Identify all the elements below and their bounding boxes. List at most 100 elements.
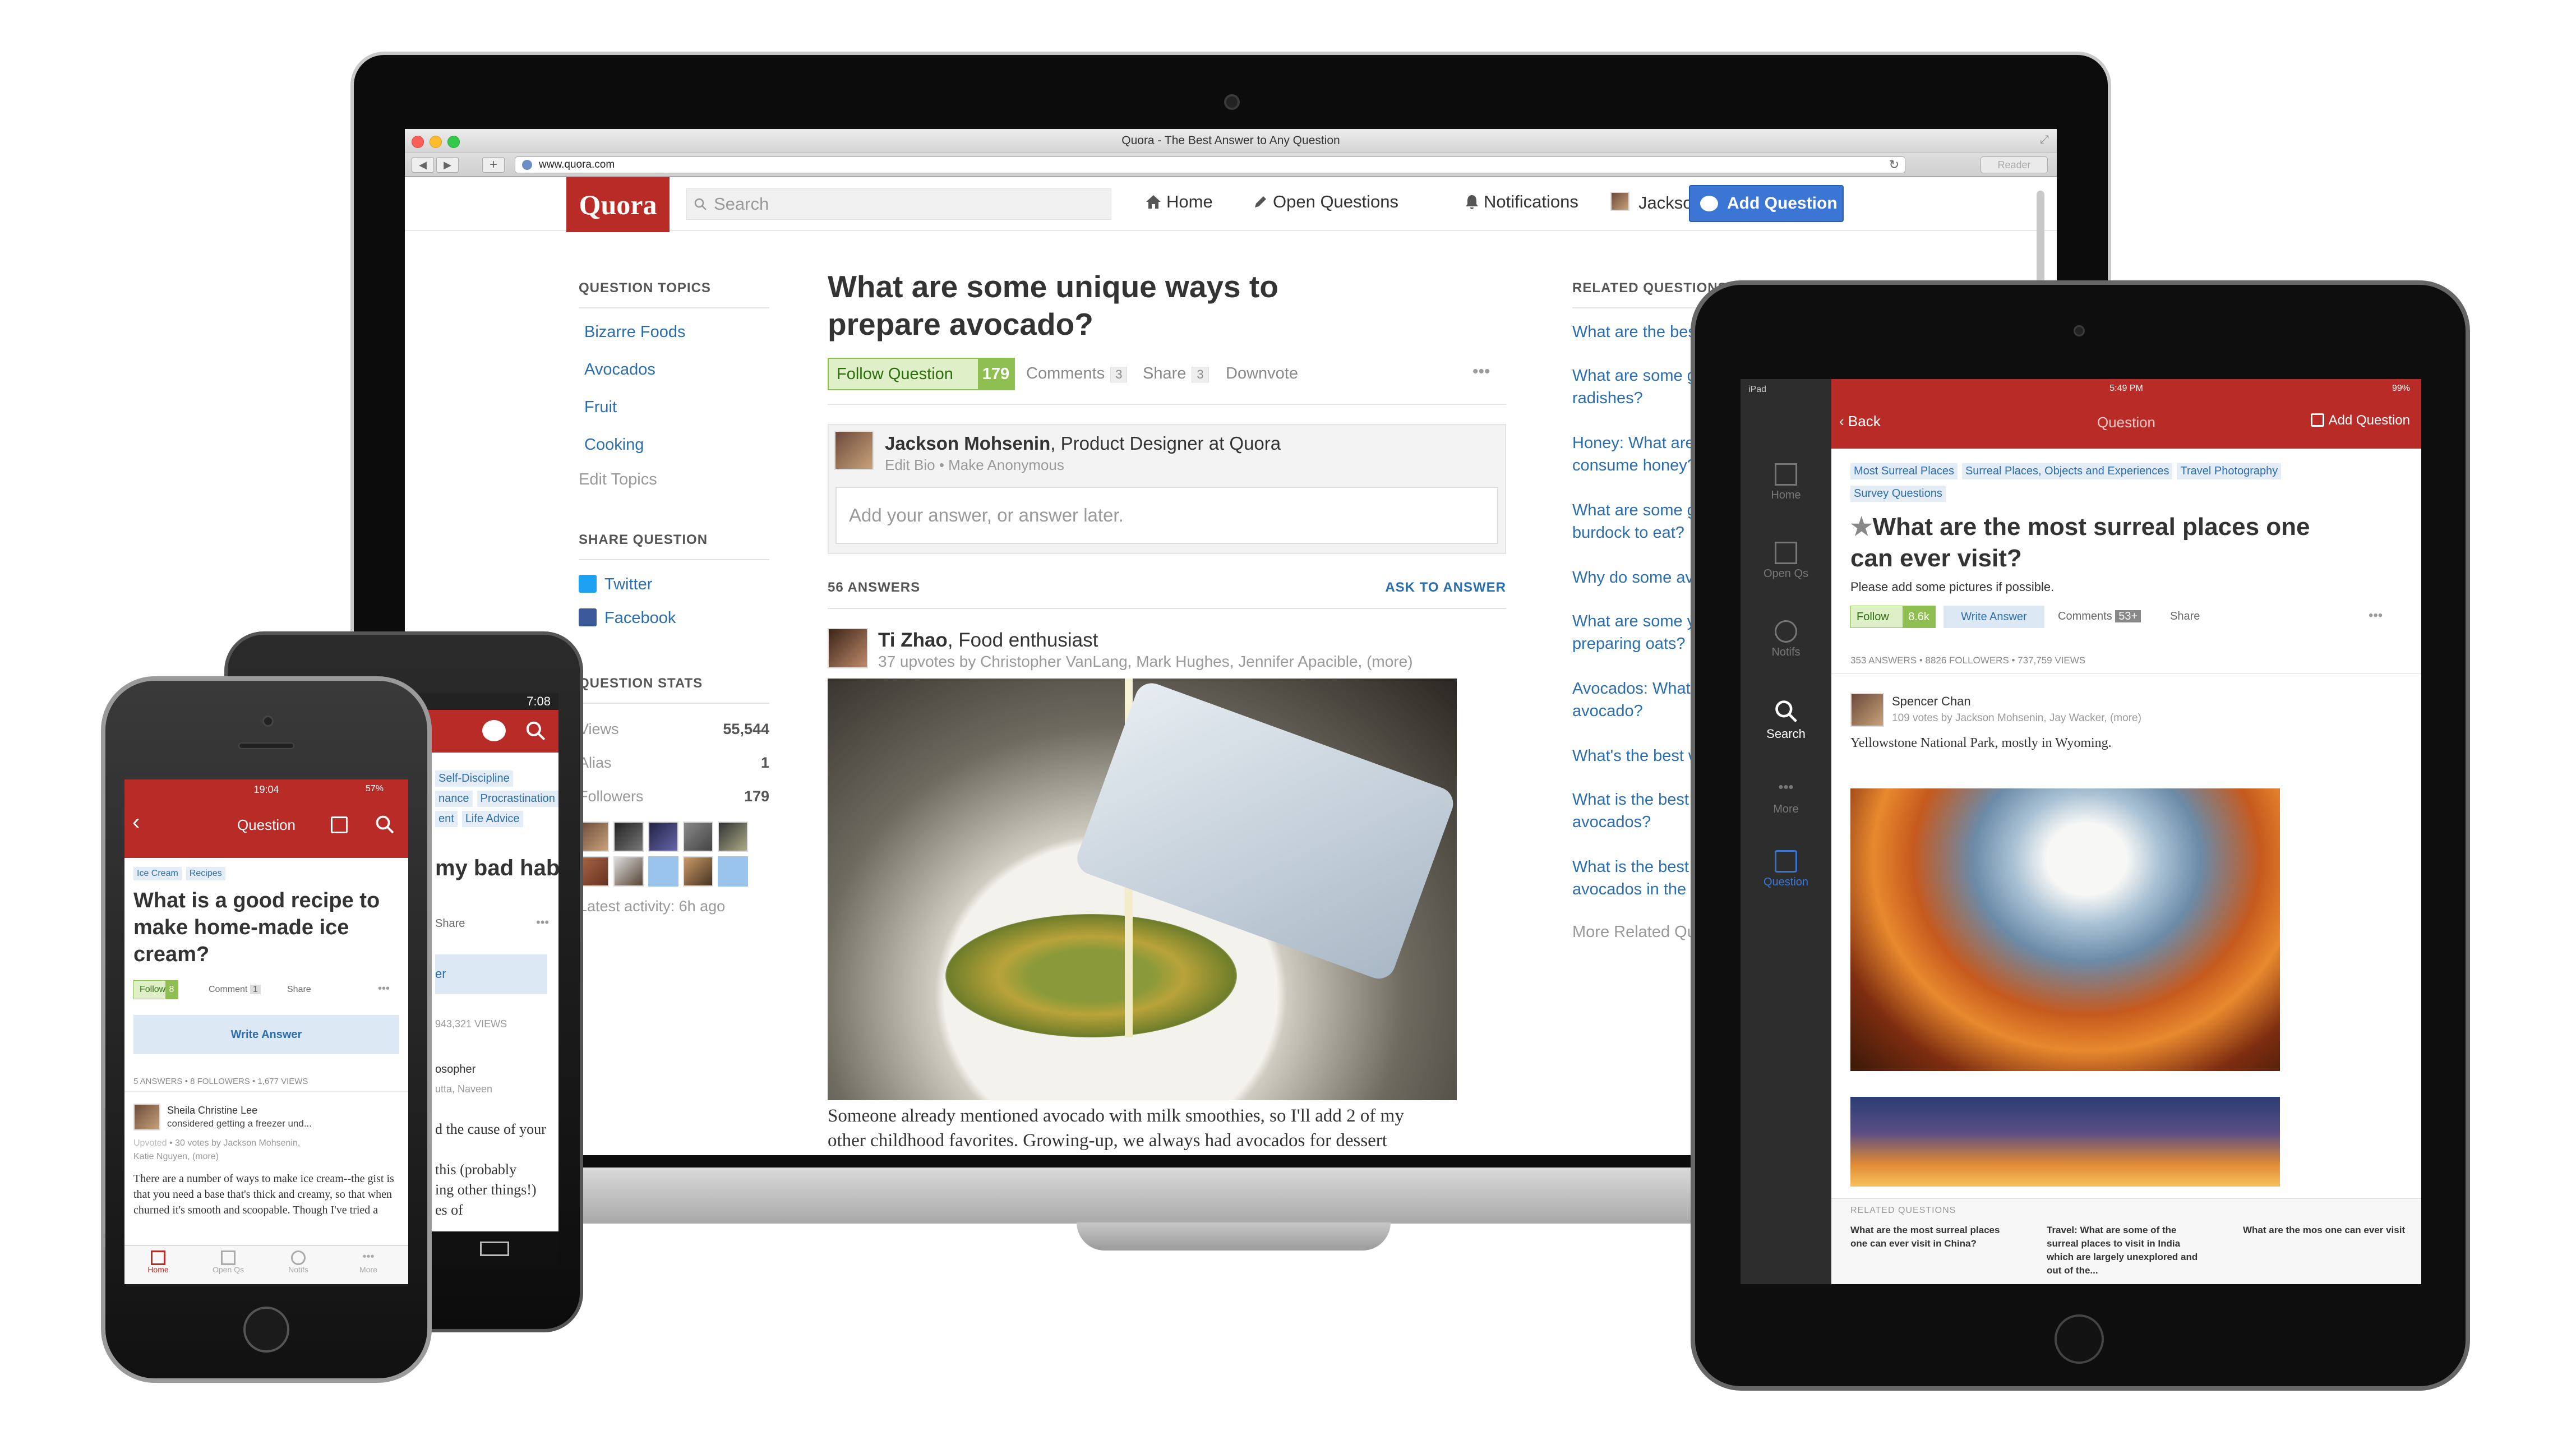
answer-input[interactable]: Add your answer, or answer later. bbox=[835, 487, 1498, 544]
add-question-icon[interactable] bbox=[331, 816, 348, 833]
nav-home[interactable]: Home bbox=[1145, 192, 1213, 214]
author-avatar[interactable] bbox=[133, 1104, 160, 1130]
topic-tag[interactable]: Procrastination bbox=[477, 791, 558, 807]
related-question-link[interactable]: What are the mos one can ever visit bbox=[2243, 1224, 2406, 1237]
related-question-link[interactable]: Travel: What are some of the surreal pla… bbox=[2047, 1224, 2209, 1277]
avatar[interactable] bbox=[683, 822, 713, 852]
write-answer-button[interactable]: er bbox=[435, 954, 547, 994]
ipad-home-button[interactable] bbox=[2055, 1314, 2104, 1364]
edit-bio-links[interactable]: Edit Bio • Make Anonymous bbox=[885, 456, 1064, 474]
write-answer-button[interactable]: Write Answer bbox=[1943, 606, 2044, 628]
topic-tag[interactable]: Travel Photography bbox=[2177, 463, 2282, 479]
comments-button[interactable]: Comments 53+ bbox=[2058, 610, 2141, 623]
search-icon[interactable] bbox=[525, 720, 546, 741]
tab-label: Notifs bbox=[288, 1265, 308, 1274]
topic-link[interactable]: Cooking bbox=[584, 436, 769, 470]
question-title: What are some unique ways to prepare avo… bbox=[828, 269, 1278, 342]
sidebar-item-open-qs[interactable]: Open Qs bbox=[1741, 542, 1831, 580]
add-question-button[interactable]: Add Question bbox=[1689, 185, 1844, 222]
author-name[interactable]: Spencer Chan bbox=[1892, 694, 1971, 709]
tab-notifs[interactable]: Notifs bbox=[276, 1250, 321, 1274]
answer-photo[interactable] bbox=[828, 679, 1457, 1100]
topic-tag[interactable]: nance bbox=[435, 791, 473, 807]
avatar[interactable] bbox=[683, 856, 713, 887]
topic-link[interactable]: Bizarre Foods bbox=[584, 323, 769, 361]
author-avatar[interactable] bbox=[1850, 693, 1884, 727]
sidebar-label: Home bbox=[1771, 489, 1801, 501]
topic-tag[interactable]: ent bbox=[435, 811, 458, 827]
search-input[interactable]: Search bbox=[686, 188, 1111, 220]
nav-open-questions[interactable]: Open Questions bbox=[1253, 192, 1398, 214]
topic-link[interactable]: Avocados bbox=[584, 361, 769, 398]
comments-button[interactable]: Comments 3 bbox=[1026, 364, 1128, 383]
ask-to-answer-link[interactable]: ASK TO ANSWER bbox=[1385, 580, 1506, 596]
share-facebook[interactable]: Facebook bbox=[579, 608, 769, 676]
answer-photo[interactable] bbox=[1850, 788, 2280, 1071]
topic-tag[interactable]: Self-Discipline bbox=[435, 770, 513, 787]
reload-icon[interactable]: ↻ bbox=[1889, 157, 1899, 173]
author-name[interactable]: Jackson Mohsenin bbox=[885, 433, 1050, 454]
topic-tag[interactable]: Most Surreal Places bbox=[1850, 463, 1958, 479]
search-icon[interactable] bbox=[375, 814, 395, 834]
nav-home-label: Home bbox=[1166, 192, 1213, 211]
add-question-button[interactable]: Add Question bbox=[2310, 413, 2410, 428]
topic-tag[interactable]: Life Advice bbox=[461, 811, 523, 827]
forward-button[interactable]: ▶ bbox=[436, 157, 459, 173]
share-twitter[interactable]: Twitter bbox=[579, 575, 769, 608]
avatar[interactable] bbox=[579, 822, 609, 852]
topic-tag[interactable]: Survey Questions bbox=[1850, 486, 1946, 502]
sidebar-item-notifs[interactable]: Notifs bbox=[1741, 620, 1831, 659]
author-name[interactable]: Ti Zhao bbox=[878, 629, 948, 651]
new-tab-button[interactable]: + bbox=[482, 157, 505, 173]
home-button[interactable] bbox=[243, 1307, 289, 1353]
url-field[interactable]: www.quora.com ↻ bbox=[515, 156, 1905, 173]
default-avatar-icon[interactable] bbox=[648, 856, 678, 887]
related-question-link[interactable]: What are the most surreal places one can… bbox=[1850, 1224, 2013, 1250]
fullscreen-icon[interactable]: ⤢ bbox=[2040, 133, 2049, 146]
comment-button[interactable]: Comment 1 bbox=[209, 985, 261, 995]
tab-open-qs[interactable]: Open Qs bbox=[206, 1250, 251, 1274]
quora-logo[interactable]: Quora bbox=[566, 177, 670, 232]
share-button[interactable]: Share bbox=[2170, 610, 2200, 623]
author-avatar[interactable] bbox=[828, 628, 868, 668]
nav-notifications[interactable]: Notifications bbox=[1465, 192, 1578, 214]
follow-question-button[interactable]: Follow Question 179 bbox=[828, 358, 1015, 390]
avatar[interactable] bbox=[613, 856, 644, 887]
avatar[interactable] bbox=[648, 822, 678, 852]
avatar[interactable] bbox=[613, 822, 644, 852]
avatar[interactable] bbox=[718, 822, 748, 852]
follow-button[interactable]: Follow 8.6k bbox=[1850, 606, 1936, 628]
edit-topics-link[interactable]: Edit Topics bbox=[579, 470, 769, 532]
sidebar-item-question[interactable]: Question bbox=[1741, 850, 1831, 889]
upvoted-label[interactable]: Upvoted bbox=[133, 1138, 167, 1148]
avatar[interactable] bbox=[579, 856, 609, 887]
tab-more[interactable]: ••• More bbox=[346, 1250, 391, 1274]
sidebar-item-search[interactable]: Search bbox=[1741, 699, 1831, 741]
add-question-icon[interactable] bbox=[482, 720, 506, 741]
share-button[interactable]: Share bbox=[287, 985, 311, 995]
share-button[interactable]: Share bbox=[435, 917, 465, 930]
share-button[interactable]: Share 3 bbox=[1143, 364, 1209, 383]
tab-home[interactable]: Home bbox=[136, 1250, 181, 1274]
topic-link[interactable]: Fruit bbox=[584, 398, 769, 436]
star-icon[interactable]: ★ bbox=[1850, 513, 1872, 541]
downvote-button[interactable]: Downvote bbox=[1226, 364, 1298, 383]
votes-line: Katie Nguyen, (more) bbox=[133, 1152, 219, 1161]
more-options-icon[interactable]: ••• bbox=[1472, 362, 1490, 381]
more-options-icon[interactable]: ••• bbox=[2369, 608, 2383, 624]
author-name[interactable]: Sheila Christine Lee bbox=[167, 1105, 257, 1116]
topic-tag[interactable]: Ice Cream bbox=[133, 867, 182, 880]
reader-button[interactable]: Reader bbox=[1981, 156, 2048, 173]
more-options-icon[interactable]: ••• bbox=[378, 982, 390, 995]
more-options-icon[interactable]: ••• bbox=[536, 915, 549, 930]
sidebar-item-more[interactable]: ••• More bbox=[1741, 778, 1831, 816]
answer-photo[interactable] bbox=[1850, 1097, 2280, 1187]
write-answer-button[interactable]: Write Answer bbox=[133, 1015, 399, 1054]
topic-tag[interactable]: Surreal Places, Objects and Experiences bbox=[1961, 463, 2173, 479]
default-avatar-icon[interactable] bbox=[718, 856, 748, 887]
follow-button[interactable]: Follow 8 bbox=[133, 980, 178, 999]
recent-apps-icon[interactable] bbox=[480, 1242, 509, 1256]
back-button[interactable]: ◀ bbox=[412, 157, 434, 173]
sidebar-item-home[interactable]: Home bbox=[1741, 463, 1831, 502]
topic-tag[interactable]: Recipes bbox=[186, 867, 225, 880]
